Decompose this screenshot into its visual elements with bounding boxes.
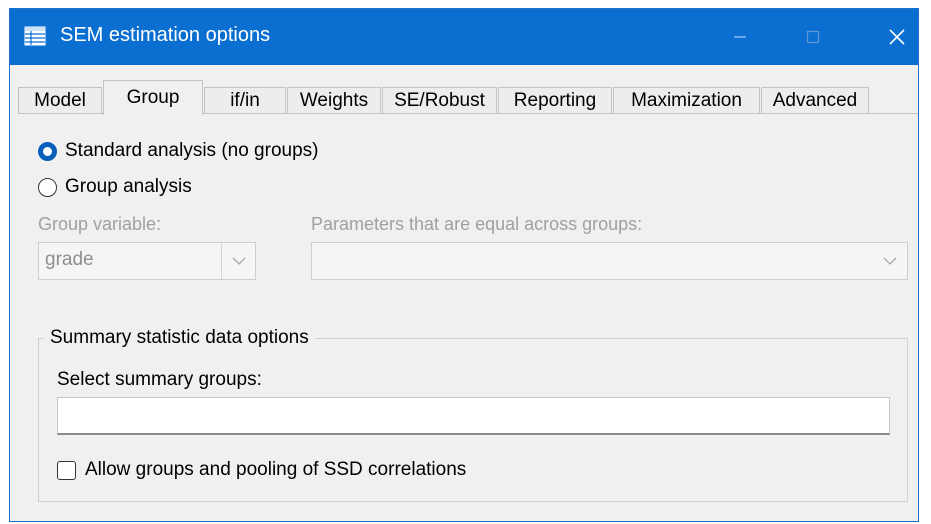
group-analysis-option[interactable]: Group analysis [38,176,192,198]
tab-model[interactable]: Model [18,87,102,114]
group-variable-dropdown-button[interactable] [221,243,255,279]
tab-reporting[interactable]: Reporting [498,87,612,114]
title-bar[interactable]: SEM estimation options [10,9,918,65]
tab-if-in[interactable]: if/in [204,87,286,114]
standard-analysis-label: Standard analysis (no groups) [65,140,319,161]
tab-advanced[interactable]: Advanced [761,87,869,114]
group-variable-combo[interactable]: grade [38,242,256,280]
tab-group[interactable]: Group [103,80,203,115]
summary-options-title: Summary statistic data options [44,327,315,349]
tab-maximization[interactable]: Maximization [613,87,760,114]
allow-groups-pooling-checkbox[interactable] [57,460,76,480]
allow-groups-pooling-label: Allow groups and pooling of SSD correlat… [85,459,467,480]
parameters-equal-dropdown-button[interactable] [873,243,907,279]
maximize-icon [806,30,820,44]
group-variable-value: grade [45,249,94,270]
standard-analysis-option[interactable]: Standard analysis (no groups) [38,140,318,162]
group-analysis-label: Group analysis [65,176,192,197]
close-icon [889,29,905,45]
chevron-down-icon [883,257,897,265]
group-variable-label: Group variable: [38,214,162,234]
tab-weights[interactable]: Weights [287,87,381,114]
table-icon [24,26,46,46]
tab-se-robust[interactable]: SE/Robust [382,87,497,114]
maximize-button[interactable] [783,9,843,65]
parameters-equal-label: Parameters that are equal across groups: [311,214,643,234]
parameters-equal-combo[interactable] [311,242,908,280]
close-button[interactable] [867,9,918,65]
select-summary-groups-input[interactable] [57,397,890,435]
minimize-button[interactable] [710,9,770,65]
group-analysis-radio[interactable] [38,177,57,197]
minimize-icon [734,36,746,38]
window-title: SEM estimation options [60,24,271,46]
standard-analysis-radio[interactable] [38,141,57,161]
allow-groups-pooling-option[interactable]: Allow groups and pooling of SSD correlat… [57,459,466,481]
chevron-down-icon [232,257,245,265]
select-summary-groups-label: Select summary groups: [57,369,262,390]
